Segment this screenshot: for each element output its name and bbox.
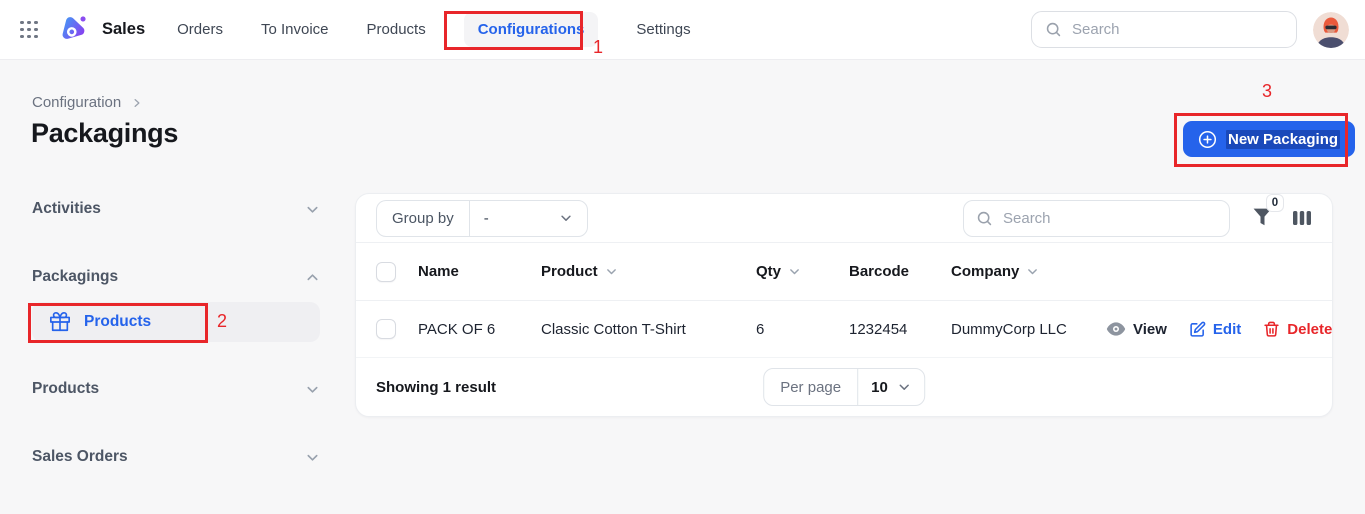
new-packaging-button[interactable]: New Packaging (1183, 121, 1356, 157)
sidebar-section-label: Products (32, 380, 100, 397)
trash-icon (1263, 321, 1280, 338)
filter-count-badge: 0 (1266, 194, 1284, 212)
nav-item-to-invoice[interactable]: To Invoice (261, 21, 329, 38)
columns-icon[interactable] (1292, 209, 1312, 227)
edit-icon (1189, 321, 1206, 338)
breadcrumb-label[interactable]: Configuration (32, 94, 121, 111)
sidebar-section-products[interactable]: Products (32, 376, 320, 402)
nav-item-orders[interactable]: Orders (177, 21, 223, 38)
breadcrumb[interactable]: Configuration (32, 94, 143, 111)
per-page-control: Per page 10 (763, 368, 925, 406)
results-summary: Showing 1 result (376, 378, 497, 396)
cell-qty: 6 (756, 320, 765, 338)
nav-item-products[interactable]: Products (367, 21, 426, 38)
sidebar-section-sales-orders[interactable]: Sales Orders (32, 444, 320, 470)
chevron-down-icon (305, 450, 320, 465)
search-icon (976, 210, 993, 227)
table-search[interactable] (963, 199, 1230, 237)
sidebar-section-label: Sales Orders (32, 448, 128, 465)
chevron-down-icon (305, 202, 320, 217)
main-nav: Orders To Invoice Products Configuration… (177, 12, 691, 47)
chevron-down-icon (305, 382, 320, 397)
sidebar-section-packagings[interactable]: Packagings (32, 264, 320, 290)
sidebar-section-label: Activities (32, 200, 101, 217)
group-by-value: - (483, 209, 489, 227)
row-checkbox[interactable] (376, 319, 396, 339)
edit-action[interactable]: Edit (1189, 321, 1241, 338)
gift-icon (49, 311, 71, 333)
table-header-row: Name Product Qty Barcode Company (356, 243, 1332, 301)
group-by-control: Group by - (376, 199, 588, 237)
search-icon (1045, 21, 1062, 38)
chevron-right-icon (131, 97, 143, 109)
cell-name: PACK OF 6 (418, 320, 496, 338)
column-header-name: Name (418, 263, 459, 280)
table-row: PACK OF 6 Classic Cotton T-Shirt 6 12324… (356, 301, 1332, 358)
per-page-label: Per page (764, 369, 859, 405)
cell-product: Classic Cotton T-Shirt (541, 320, 686, 338)
chevron-up-icon (305, 270, 320, 285)
topbar: Sales Orders To Invoice Products Configu… (0, 0, 1365, 60)
page-title: Packagings (31, 118, 179, 148)
sales-app-screen: Sales Orders To Invoice Products Configu… (0, 0, 1365, 514)
group-by-select[interactable]: - (468, 200, 587, 236)
chevron-down-icon (788, 265, 801, 278)
column-header-barcode: Barcode (849, 263, 910, 280)
app-logo[interactable] (56, 13, 89, 46)
user-avatar[interactable] (1313, 11, 1349, 48)
group-by-label: Group by (392, 209, 454, 227)
new-packaging-label: New Packaging (1226, 129, 1341, 149)
table-footer: Showing 1 result Per page 10 (356, 358, 1332, 416)
packagings-table-card: Group by - 0 (355, 193, 1333, 417)
chevron-down-icon (897, 380, 911, 394)
sidebar-item-label: Products (84, 313, 152, 330)
column-header-product[interactable]: Product (541, 263, 756, 280)
per-page-select[interactable]: 10 (858, 369, 924, 405)
filter-button[interactable]: 0 (1252, 194, 1284, 229)
annotation-number-3: 3 (1262, 81, 1273, 101)
chevron-down-icon (559, 211, 573, 225)
plus-circle-icon (1198, 130, 1217, 149)
sidebar-section-activities[interactable]: Activities (32, 196, 320, 222)
column-header-qty[interactable]: Qty (756, 263, 849, 280)
chevron-down-icon (1026, 265, 1039, 278)
view-action[interactable]: View (1106, 321, 1167, 338)
delete-action[interactable]: Delete (1263, 321, 1332, 338)
column-header-company[interactable]: Company (951, 263, 1106, 280)
nav-item-configurations[interactable]: Configurations (463, 12, 599, 47)
eye-icon (1106, 321, 1126, 337)
apps-grid-icon[interactable] (20, 20, 38, 39)
chevron-down-icon (605, 265, 618, 278)
table-search-input[interactable] (1003, 209, 1217, 227)
cell-barcode: 1232454 (849, 320, 908, 338)
app-name: Sales (102, 20, 146, 38)
nav-item-settings[interactable]: Settings (636, 21, 690, 38)
cell-company: DummyCorp LLC (951, 320, 1067, 338)
sidebar-item-products-packaging[interactable]: Products (32, 302, 320, 342)
table-toolbar: Group by - 0 (356, 194, 1332, 243)
sidebar-section-label: Packagings (32, 268, 119, 285)
row-actions: View Edit Delete (1106, 321, 1332, 338)
select-all-checkbox[interactable] (376, 261, 396, 282)
global-search[interactable] (1031, 11, 1297, 48)
global-search-input[interactable] (1072, 21, 1283, 38)
